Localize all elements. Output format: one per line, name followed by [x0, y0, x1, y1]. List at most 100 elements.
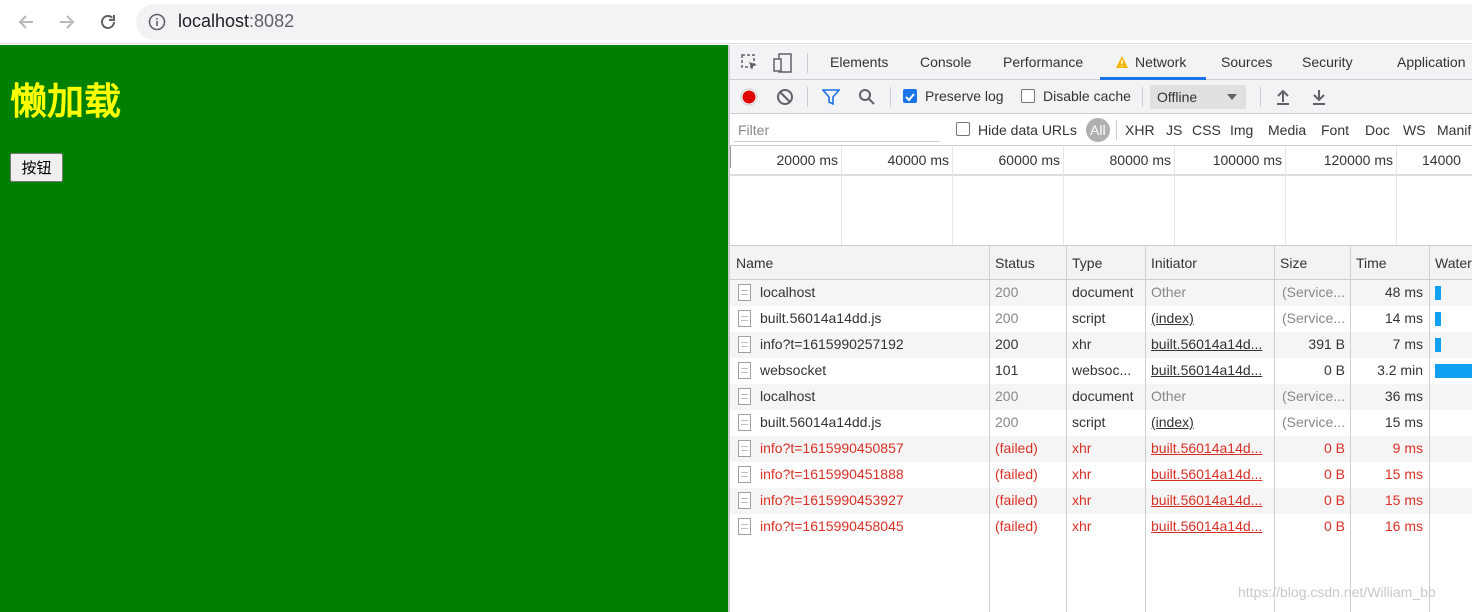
- hide-data-urls-checkbox[interactable]: [956, 122, 970, 136]
- page-button[interactable]: 按钮: [10, 153, 63, 182]
- request-time: 9 ms: [1392, 440, 1423, 456]
- filter-input[interactable]: [734, 118, 940, 142]
- devtools-panel: Elements Console Performance Network Sou…: [728, 45, 1472, 612]
- address-bar[interactable]: localhost:8082: [136, 4, 1472, 40]
- table-row[interactable]: info?t=1615990450857 (failed) xhr built.560…: [730, 436, 1472, 462]
- request-name: localhost: [760, 388, 816, 404]
- request-type: document: [1072, 388, 1134, 404]
- record-icon[interactable]: [740, 88, 758, 106]
- table-row[interactable]: built.56014a14dd.js 200 script (index) (Serv…: [730, 410, 1472, 436]
- column-header-size[interactable]: Size: [1280, 255, 1307, 271]
- network-toolbar: Preserve log Disable cache Offline: [730, 80, 1472, 114]
- column-divider: [989, 246, 990, 612]
- request-time: 3.2 min: [1377, 362, 1423, 378]
- request-name: info?t=1615990450857: [760, 440, 904, 456]
- tab-console[interactable]: Console: [920, 45, 971, 80]
- request-initiator[interactable]: built.56014a14d...: [1151, 492, 1269, 508]
- url-text[interactable]: localhost:8082: [178, 11, 294, 32]
- request-initiator[interactable]: built.56014a14d...: [1151, 466, 1269, 482]
- request-initiator[interactable]: built.56014a14d...: [1151, 362, 1269, 378]
- column-header-type[interactable]: Type: [1072, 255, 1102, 271]
- request-name: built.56014a14dd.js: [760, 414, 882, 430]
- type-filter-js[interactable]: JS: [1166, 122, 1182, 138]
- request-time: 14 ms: [1384, 310, 1423, 326]
- info-icon[interactable]: [148, 13, 166, 31]
- divider: [807, 53, 808, 73]
- reload-button[interactable]: [96, 10, 120, 34]
- inspect-element-icon[interactable]: [740, 53, 760, 73]
- tab-sources[interactable]: Sources: [1221, 45, 1272, 80]
- request-status: 200: [995, 284, 1019, 300]
- table-row[interactable]: localhost 200 document Other (Service... 36 m…: [730, 384, 1472, 410]
- type-filter-manifest[interactable]: Manif: [1437, 122, 1471, 138]
- reload-icon: [101, 15, 115, 29]
- type-filter-img[interactable]: Img: [1230, 122, 1253, 138]
- filter-icon[interactable]: [822, 88, 840, 106]
- request-initiator[interactable]: (index): [1151, 310, 1269, 326]
- column-header-time[interactable]: Time: [1356, 255, 1387, 271]
- file-icon: [738, 414, 751, 431]
- import-har-icon[interactable]: [1274, 88, 1292, 106]
- type-filter-media[interactable]: Media: [1268, 122, 1306, 138]
- column-header-waterfall[interactable]: Water: [1435, 255, 1472, 271]
- table-row[interactable]: info?t=1615990257192 200 xhr built.56014a14…: [730, 332, 1472, 358]
- type-filter-ws[interactable]: WS: [1403, 122, 1426, 138]
- disable-cache-checkbox[interactable]: [1021, 89, 1035, 103]
- export-har-icon[interactable]: [1310, 88, 1328, 106]
- request-status: 200: [995, 388, 1019, 404]
- tab-security[interactable]: Security: [1302, 45, 1353, 80]
- request-time: 15 ms: [1384, 414, 1423, 430]
- request-type: xhr: [1072, 466, 1092, 482]
- type-filter-doc[interactable]: Doc: [1365, 122, 1390, 138]
- column-divider: [1274, 246, 1275, 612]
- table-row[interactable]: websocket 101 websoc... built.56014a14d... 0…: [730, 358, 1472, 384]
- hide-data-urls-label[interactable]: Hide data URLs: [978, 122, 1077, 138]
- type-filter-font[interactable]: Font: [1321, 122, 1349, 138]
- table-row[interactable]: built.56014a14dd.js 200 script (index) (Serv…: [730, 306, 1472, 332]
- throttling-select[interactable]: Offline: [1150, 85, 1246, 109]
- overview-tick: 14000: [1422, 152, 1461, 168]
- table-row[interactable]: localhost 200 document Other (Service... 48 m…: [730, 280, 1472, 306]
- request-initiator: Other: [1151, 388, 1187, 404]
- request-initiator[interactable]: built.56014a14d...: [1151, 336, 1269, 352]
- request-type: xhr: [1072, 440, 1092, 456]
- type-filter-xhr[interactable]: XHR: [1125, 122, 1155, 138]
- clear-icon[interactable]: [776, 88, 794, 106]
- disable-cache-label[interactable]: Disable cache: [1043, 88, 1131, 104]
- table-row[interactable]: info?t=1615990451888 (failed) xhr built.560…: [730, 462, 1472, 488]
- arrow-left-icon: [18, 15, 33, 29]
- request-size: 0 B: [1323, 518, 1345, 534]
- tab-network[interactable]: Network: [1135, 45, 1186, 80]
- type-filter-css[interactable]: CSS: [1192, 122, 1221, 138]
- preserve-log-checkbox[interactable]: [903, 89, 917, 103]
- preserve-log-label[interactable]: Preserve log: [925, 88, 1004, 104]
- table-row[interactable]: info?t=1615990458045 (failed) xhr built.560…: [730, 514, 1472, 540]
- request-size: (Service...: [1281, 284, 1345, 300]
- tab-performance[interactable]: Performance: [1003, 45, 1083, 80]
- request-time: 16 ms: [1384, 518, 1423, 534]
- file-icon: [738, 336, 751, 353]
- network-overview[interactable]: 20000 ms 40000 ms 60000 ms 80000 ms 1000…: [730, 146, 1472, 246]
- request-status: (failed): [995, 492, 1038, 508]
- tab-elements[interactable]: Elements: [830, 45, 888, 80]
- column-header-name[interactable]: Name: [736, 255, 773, 271]
- table-row[interactable]: info?t=1615990453927 (failed) xhr built.560…: [730, 488, 1472, 514]
- tab-application[interactable]: Application: [1397, 45, 1466, 80]
- device-toolbar-icon[interactable]: [772, 52, 794, 74]
- request-initiator[interactable]: (index): [1151, 414, 1269, 430]
- column-header-status[interactable]: Status: [995, 255, 1035, 271]
- type-filter-all[interactable]: All: [1086, 118, 1110, 142]
- request-initiator[interactable]: built.56014a14d...: [1151, 440, 1269, 456]
- column-header-initiator[interactable]: Initiator: [1151, 255, 1197, 271]
- file-icon: [738, 310, 751, 327]
- request-status: (failed): [995, 440, 1038, 456]
- divider: [1142, 87, 1143, 107]
- chevron-down-icon: [1227, 94, 1237, 100]
- forward-button[interactable]: [55, 10, 79, 34]
- request-initiator[interactable]: built.56014a14d...: [1151, 518, 1269, 534]
- back-button[interactable]: [14, 10, 38, 34]
- browser-window: localhost:8082 懒加载 按钮 Elements Console P…: [0, 0, 1472, 612]
- column-divider: [1066, 246, 1067, 612]
- search-icon[interactable]: [858, 88, 876, 106]
- request-status: 101: [995, 362, 1019, 378]
